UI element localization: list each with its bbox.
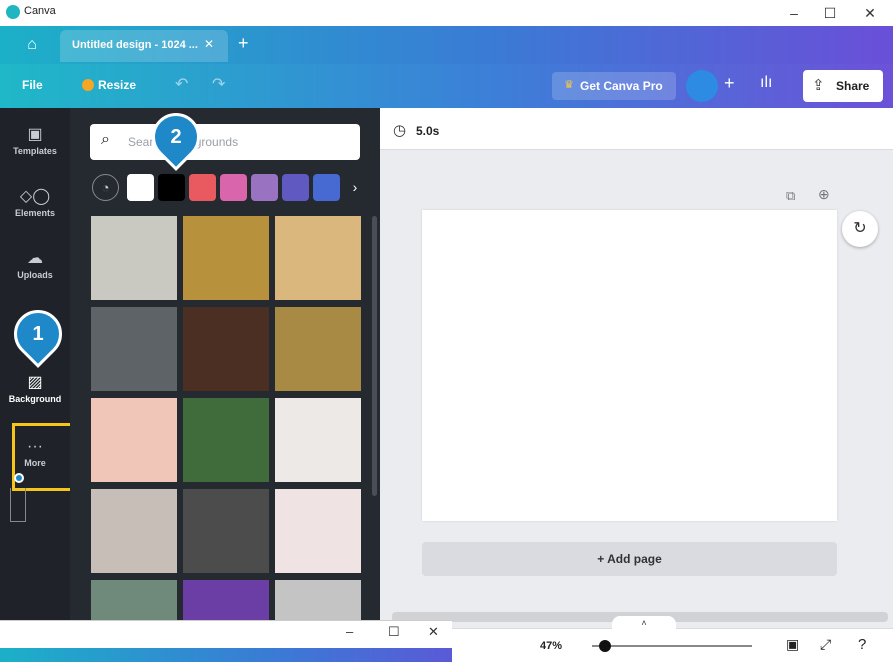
background-thumbnail[interactable] xyxy=(275,307,361,391)
sidebar-item-label: Uploads xyxy=(17,270,53,280)
zoom-level[interactable]: 47% xyxy=(540,640,562,652)
background-thumbnail[interactable] xyxy=(183,216,269,300)
background-thumbnail[interactable] xyxy=(275,216,361,300)
sidebar-item-uploads[interactable]: ☁ Uploads xyxy=(0,248,70,280)
background-thumbnail[interactable] xyxy=(91,398,177,482)
background-thumbnail[interactable] xyxy=(91,580,177,620)
window-titlebar xyxy=(0,0,893,26)
panel-scrollbar[interactable] xyxy=(372,216,377,496)
crown-icon: ♛ xyxy=(564,79,574,91)
color-swatch[interactable] xyxy=(189,174,216,201)
templates-icon: ▣ xyxy=(27,126,43,143)
background-thumbnail[interactable] xyxy=(183,580,269,620)
help-icon[interactable]: ? xyxy=(858,636,866,653)
resize-button[interactable]: Resize xyxy=(98,78,136,92)
zoom-slider-track[interactable] xyxy=(592,645,752,647)
color-swatch[interactable] xyxy=(251,174,278,201)
background-thumbnail[interactable] xyxy=(275,580,361,620)
user-avatar[interactable] xyxy=(686,70,718,102)
undo-icon[interactable]: ↶ xyxy=(175,74,188,94)
maximize-button[interactable]: ☐ xyxy=(816,3,844,23)
background-thumbnail[interactable] xyxy=(183,398,269,482)
callout-number-1: 1 xyxy=(32,323,44,345)
clock-icon[interactable]: ◷ xyxy=(393,121,406,139)
background-thumbnail[interactable] xyxy=(183,489,269,573)
new-tab-button[interactable]: + xyxy=(238,33,249,54)
close-window-button[interactable]: ✕ xyxy=(856,3,884,23)
add-page-label: + Add page xyxy=(597,552,662,566)
secondary-window-toolbar xyxy=(0,648,452,662)
background-thumbnail[interactable] xyxy=(91,216,177,300)
minimize-button[interactable]: – xyxy=(780,3,808,23)
callout-pointer-dot xyxy=(14,473,24,483)
secondary-maximize-button[interactable]: ☐ xyxy=(388,624,400,640)
resize-crown-icon xyxy=(82,79,94,91)
swatch-next-icon[interactable]: › xyxy=(346,174,364,201)
page-view-icon[interactable]: ▣ xyxy=(786,636,799,653)
sidebar-item-label: Elements xyxy=(14,208,56,218)
secondary-minimize-button[interactable]: – xyxy=(346,624,353,639)
tab-label: Untitled design - 1024 ... xyxy=(72,39,198,51)
add-page-icon[interactable]: ⊕ xyxy=(818,186,830,203)
background-icon: ▨ xyxy=(27,374,43,391)
color-swatch[interactable] xyxy=(220,174,247,201)
canva-logo-icon xyxy=(6,5,20,19)
refresh-icon[interactable]: ↻ xyxy=(842,211,878,247)
background-thumbnail[interactable] xyxy=(183,307,269,391)
fullscreen-icon[interactable]: ⤢ xyxy=(820,636,831,653)
sidebar-item-elements[interactable]: ◇◯ Elements xyxy=(0,186,70,218)
search-icon: ⌕ xyxy=(101,131,110,148)
palette-icon[interactable]: ◔ xyxy=(92,174,119,201)
sidebar-item-label: Background xyxy=(8,394,62,404)
duration-label[interactable]: 5.0s xyxy=(416,124,439,138)
tab-close-icon[interactable]: ✕ xyxy=(204,37,214,51)
callout-number-2: 2 xyxy=(170,126,182,148)
background-thumbnail[interactable] xyxy=(91,307,177,391)
background-thumbnail[interactable] xyxy=(275,489,361,573)
app-title: Canva xyxy=(24,5,56,17)
zoom-slider-knob[interactable] xyxy=(599,640,611,652)
file-menu-button[interactable]: File xyxy=(22,78,43,92)
design-page[interactable] xyxy=(422,210,837,521)
background-thumbnail[interactable] xyxy=(91,489,177,573)
color-swatch[interactable] xyxy=(313,174,340,201)
timing-bar xyxy=(380,108,893,150)
share-label: Share xyxy=(836,79,870,93)
uploads-icon: ☁ xyxy=(27,250,43,267)
share-icon: ⇪ xyxy=(812,77,825,94)
home-icon[interactable]: ⌂ xyxy=(20,33,44,57)
color-swatch[interactable] xyxy=(158,174,185,201)
expand-pages-button[interactable]: ˄ xyxy=(612,616,676,630)
color-swatch[interactable] xyxy=(282,174,309,201)
add-member-button[interactable]: + xyxy=(724,73,735,94)
sidebar-item-templates[interactable]: ▣ Templates xyxy=(0,124,70,156)
color-swatch[interactable] xyxy=(127,174,154,201)
duplicate-page-icon[interactable]: ⧉ xyxy=(786,188,795,204)
insights-icon[interactable]: ılı xyxy=(760,74,772,92)
sidebar-item-background[interactable]: ▨ Background xyxy=(0,362,70,418)
redo-icon[interactable]: ↷ xyxy=(212,74,225,94)
sidebar-item-label: Templates xyxy=(13,146,57,156)
elements-icon: ◇◯ xyxy=(19,188,51,205)
background-thumbnail[interactable] xyxy=(275,398,361,482)
callout-connector xyxy=(10,488,26,522)
secondary-close-button[interactable]: ✕ xyxy=(428,624,439,640)
get-canva-pro-label: Get Canva Pro xyxy=(580,79,663,93)
